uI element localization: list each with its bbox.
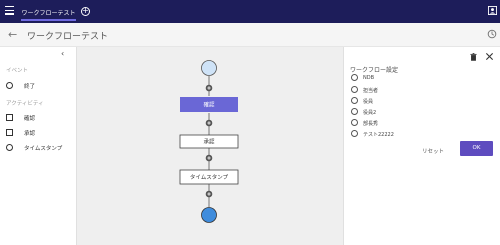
top-app-bar: ワークフローテスト + bbox=[0, 0, 500, 23]
add-point-icon[interactable] bbox=[205, 154, 213, 162]
palette-item-label: 確認 bbox=[24, 116, 36, 122]
option-radio[interactable]: 役員2 bbox=[351, 108, 461, 116]
option-label: 部長秀 bbox=[363, 121, 379, 127]
add-point-icon[interactable] bbox=[205, 119, 213, 127]
radio-icon bbox=[351, 74, 358, 81]
radio-icon bbox=[351, 86, 358, 93]
workflow-diagram: 確認 承認 タイムスタンプ bbox=[179, 60, 239, 223]
palette-item-timestamp[interactable]: タイムスタンプ bbox=[6, 143, 74, 153]
close-icon[interactable] bbox=[485, 52, 494, 61]
option-label: NDB bbox=[363, 75, 375, 81]
palette-item-confirm[interactable]: 確認 bbox=[6, 113, 74, 123]
palette-panel: ‹ イベント 終了 アクティビティ 確認 承認 タイムスタンプ bbox=[0, 47, 77, 245]
start-node[interactable] bbox=[201, 60, 217, 76]
chevron-left-icon[interactable]: ‹ bbox=[61, 49, 64, 58]
option-label: 役員 bbox=[363, 99, 374, 105]
workflow-canvas[interactable]: 確認 承認 タイムスタンプ bbox=[77, 47, 343, 245]
activities-section-label: アクティビティ bbox=[6, 101, 44, 107]
settings-title: ワークフロー設定 bbox=[350, 67, 399, 74]
palette-item-end[interactable]: 終了 bbox=[6, 81, 74, 91]
events-section-label: イベント bbox=[6, 68, 29, 74]
radio-icon bbox=[351, 108, 358, 115]
settings-icon[interactable] bbox=[487, 29, 497, 39]
option-radio[interactable]: 役員 bbox=[351, 97, 461, 105]
radio-icon bbox=[351, 130, 358, 137]
radio-icon bbox=[351, 119, 358, 126]
add-point-icon[interactable] bbox=[205, 190, 213, 198]
palette-item-approve[interactable]: 承認 bbox=[6, 128, 74, 138]
end-node[interactable] bbox=[201, 207, 217, 223]
radio-icon bbox=[351, 97, 358, 104]
workflow-settings-panel: ワークフロー設定 NDB 担当者 役員 役員2 部長秀 テスト22222 リセッ… bbox=[343, 47, 500, 245]
page-title: ワークフローテスト bbox=[27, 32, 109, 42]
back-arrow-icon[interactable]: ← bbox=[8, 28, 18, 41]
option-label: 担当者 bbox=[363, 88, 379, 94]
ok-button[interactable]: OK bbox=[460, 141, 493, 156]
option-radio[interactable]: 部長秀 bbox=[351, 119, 461, 127]
option-radio[interactable]: 担当者 bbox=[351, 86, 461, 94]
palette-item-label: 承認 bbox=[24, 131, 36, 137]
palette-item-label: タイムスタンプ bbox=[24, 146, 63, 152]
account-square-icon[interactable] bbox=[488, 6, 497, 15]
option-label: テスト22222 bbox=[363, 132, 394, 138]
reset-button[interactable]: リセット bbox=[418, 144, 448, 155]
add-circle-icon[interactable]: + bbox=[81, 7, 90, 16]
active-tab-indicator bbox=[21, 19, 76, 21]
square-icon bbox=[6, 114, 13, 121]
trash-icon[interactable] bbox=[470, 53, 477, 61]
square-icon bbox=[6, 129, 13, 136]
flow-node-confirm[interactable]: 確認 bbox=[180, 97, 238, 112]
hamburger-icon[interactable] bbox=[5, 6, 14, 15]
flow-node-timestamp[interactable]: タイムスタンプ bbox=[179, 169, 239, 185]
circle-icon bbox=[6, 82, 13, 89]
palette-item-label: 終了 bbox=[24, 84, 36, 90]
flow-node-label: 確認 bbox=[203, 101, 215, 109]
option-radio[interactable]: NDB bbox=[351, 74, 461, 82]
option-radio[interactable]: テスト22222 bbox=[351, 130, 461, 138]
flow-node-approve[interactable]: 承認 bbox=[179, 134, 239, 149]
page-header: ← ワークフローテスト bbox=[0, 23, 500, 47]
flow-node-label: 承認 bbox=[203, 138, 215, 146]
add-point-icon[interactable] bbox=[205, 84, 213, 92]
circle-icon bbox=[6, 144, 13, 151]
option-label: 役員2 bbox=[363, 110, 377, 116]
flow-node-label: タイムスタンプ bbox=[190, 173, 229, 181]
